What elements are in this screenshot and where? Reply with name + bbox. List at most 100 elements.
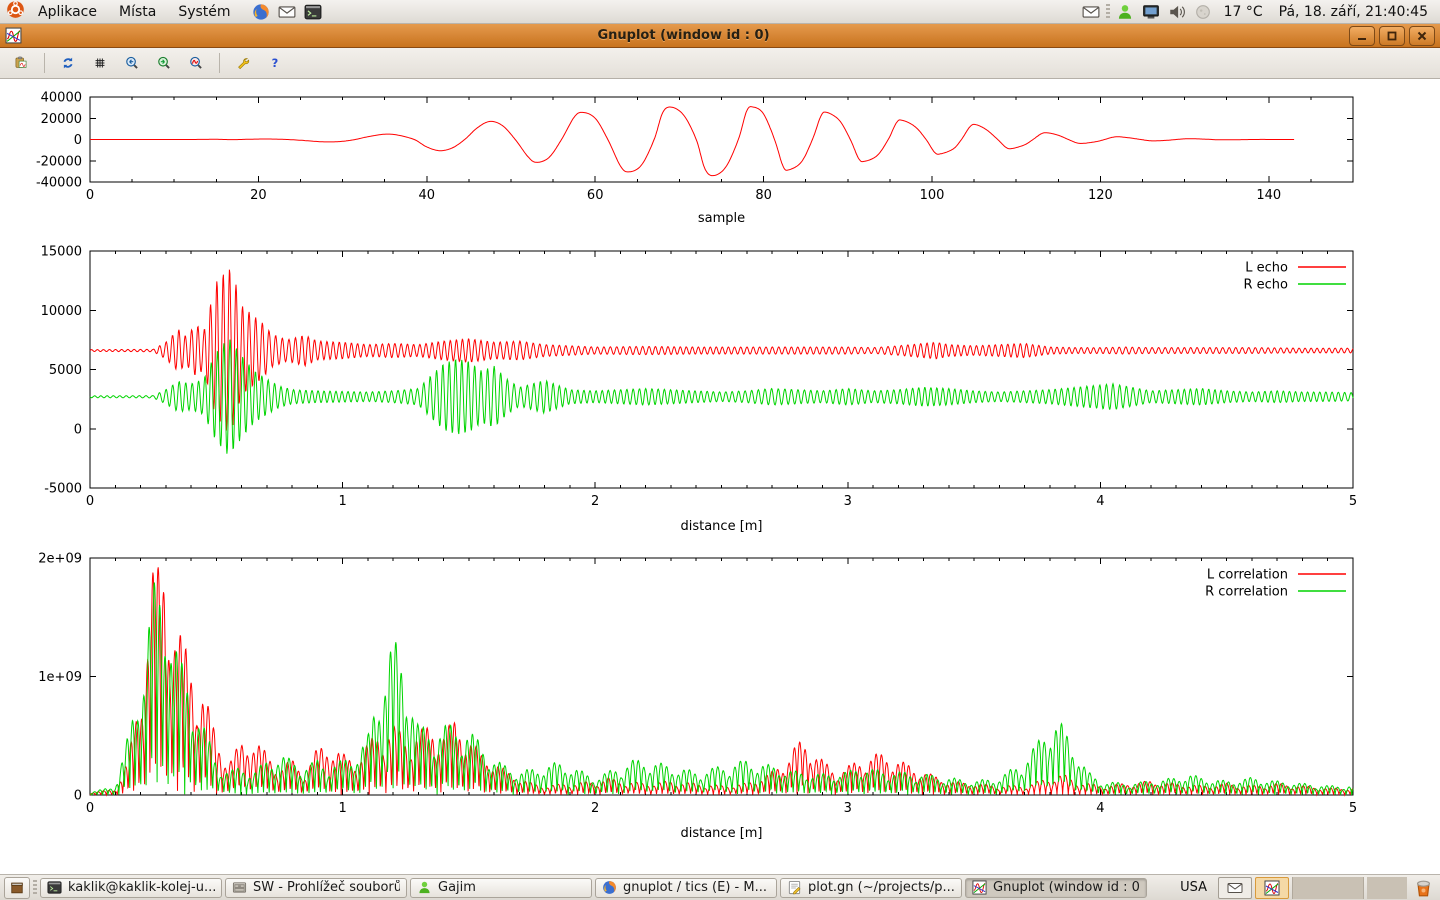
svg-text:0: 0 [74, 422, 82, 437]
svg-text:distance [m]: distance [m] [680, 826, 762, 841]
firefox-icon [602, 880, 617, 895]
svg-text:-20000: -20000 [36, 154, 82, 169]
menu-applications-label: Aplikace [38, 4, 97, 20]
taskbar-button[interactable]: Gajim [410, 878, 592, 898]
svg-text:distance [m]: distance [m] [680, 519, 762, 534]
menu-system-label: Systém [178, 4, 230, 20]
svg-text:5: 5 [1349, 801, 1357, 816]
svg-text:0: 0 [74, 133, 82, 148]
svg-text:R echo: R echo [1243, 278, 1288, 293]
minimize-button[interactable] [1349, 26, 1375, 46]
svg-text:0: 0 [74, 789, 82, 804]
close-button[interactable] [1409, 26, 1435, 46]
taskbar-button[interactable]: SW - Prohlížeč souborů [225, 878, 407, 898]
toolbar-zoom-next-button[interactable] [151, 50, 177, 76]
svg-text:2e+09: 2e+09 [38, 552, 82, 567]
svg-text:15000: 15000 [41, 245, 82, 260]
file-manager-icon [232, 880, 247, 895]
window-titlebar[interactable]: Gnuplot (window id : 0) [0, 24, 1440, 48]
svg-text:2: 2 [591, 494, 599, 509]
menu-places[interactable]: Místa [110, 2, 165, 22]
toolbar-refresh-button[interactable] [55, 50, 81, 76]
taskbar-tray-mail-icon[interactable] [1218, 877, 1252, 899]
tray-mail-icon[interactable] [1080, 1, 1102, 23]
svg-text:4: 4 [1096, 801, 1104, 816]
gnuplot-canvas[interactable]: 02040608010012014040000200000-20000-4000… [0, 80, 1440, 874]
svg-text:20: 20 [250, 188, 267, 203]
svg-text:1: 1 [338, 494, 346, 509]
bottom-taskbar: kaklik@kaklik-kolej-u... SW - Prohlížeč s… [0, 874, 1440, 900]
svg-text:120: 120 [1088, 188, 1113, 203]
taskbar-grip[interactable] [33, 880, 37, 895]
taskbar-button-label: Gnuplot (window id : 0) [993, 880, 1140, 895]
svg-text:80: 80 [755, 188, 772, 203]
taskbar-button[interactable]: plot.gn (~/projects/p... [780, 878, 962, 898]
gajim-icon [417, 880, 432, 895]
weather-temperature[interactable]: 17 °C [1218, 4, 1269, 20]
svg-text:4: 4 [1096, 494, 1104, 509]
svg-text:L correlation: L correlation [1207, 568, 1288, 583]
show-desktop-button[interactable] [4, 877, 30, 899]
clock[interactable]: Pá, 18. září, 21:40:45 [1273, 4, 1434, 20]
taskbar-button[interactable]: gnuplot / tics (E) - M... [595, 878, 777, 898]
svg-text:3: 3 [844, 494, 852, 509]
taskbar-button-label: Gajim [438, 880, 476, 895]
taskbar-button-label: kaklik@kaklik-kolej-u... [68, 880, 215, 895]
toolbar-settings-button[interactable] [230, 50, 256, 76]
toolbar-copy-plot-button[interactable] [8, 50, 34, 76]
toolbar-help-button[interactable]: ? [262, 50, 288, 76]
svg-text:-5000: -5000 [44, 482, 82, 497]
ubuntu-logo-icon[interactable] [6, 0, 25, 23]
svg-text:-40000: -40000 [36, 176, 82, 191]
taskbar-tray-gnuplot-icon[interactable] [1255, 877, 1289, 899]
tray-gajim-icon[interactable] [1114, 1, 1136, 23]
toolbar-separator [219, 53, 220, 73]
launcher-mail-icon[interactable] [276, 1, 298, 23]
top-panel: Aplikace Místa Systém 17 °C Pá, 18. září… [0, 0, 1440, 24]
toolbar-zoom-previous-button[interactable] [119, 50, 145, 76]
svg-text:1e+09: 1e+09 [38, 670, 82, 685]
keyboard-layout-indicator[interactable]: USA [1172, 880, 1215, 895]
svg-text:1: 1 [338, 801, 346, 816]
svg-text:2: 2 [591, 801, 599, 816]
tray-display-icon[interactable] [1140, 1, 1162, 23]
svg-text:sample: sample [698, 211, 745, 226]
gnuplot-toolbar: ? [0, 48, 1440, 79]
svg-text:40000: 40000 [41, 91, 82, 106]
maximize-button[interactable] [1379, 26, 1405, 46]
taskbar-button[interactable]: kaklik@kaklik-kolej-u... [40, 878, 222, 898]
svg-text:5000: 5000 [49, 363, 82, 378]
svg-text:60: 60 [587, 188, 604, 203]
toolbar-grid-button[interactable] [87, 50, 113, 76]
taskbar-button[interactable]: Gnuplot (window id : 0) [965, 878, 1147, 898]
plots-svg[interactable]: 02040608010012014040000200000-20000-4000… [0, 80, 1440, 874]
menu-system[interactable]: Systém [169, 2, 239, 22]
svg-text:100: 100 [920, 188, 945, 203]
svg-text:40: 40 [419, 188, 436, 203]
tray-volume-icon[interactable] [1166, 1, 1188, 23]
svg-text:0: 0 [86, 494, 94, 509]
toolbar-autoscale-button[interactable] [183, 50, 209, 76]
launcher-terminal-icon[interactable] [302, 1, 324, 23]
toolbar-separator [44, 53, 45, 73]
svg-text:0: 0 [86, 801, 94, 816]
svg-text:R correlation: R correlation [1205, 585, 1288, 600]
taskbar-button-label: plot.gn (~/projects/p... [808, 880, 955, 895]
svg-text:5: 5 [1349, 494, 1357, 509]
window-selector-area-2 [1367, 877, 1407, 899]
gnuplot-window-icon [5, 27, 22, 44]
menu-applications[interactable]: Aplikace [29, 2, 106, 22]
svg-text:140: 140 [1256, 188, 1281, 203]
tray-weather-icon[interactable] [1192, 1, 1214, 23]
svg-text:?: ? [272, 56, 279, 70]
taskbar-button-label: SW - Prohlížeč souborů [253, 880, 400, 895]
tray-grip[interactable] [1106, 4, 1110, 19]
launcher-firefox-icon[interactable] [250, 1, 272, 23]
svg-text:3: 3 [844, 801, 852, 816]
trash-applet[interactable] [1410, 877, 1436, 899]
text-editor-icon [787, 880, 802, 895]
window-selector-area [1292, 877, 1364, 899]
svg-text:L echo: L echo [1245, 261, 1288, 276]
svg-text:10000: 10000 [41, 304, 82, 319]
menu-places-label: Místa [119, 4, 156, 20]
